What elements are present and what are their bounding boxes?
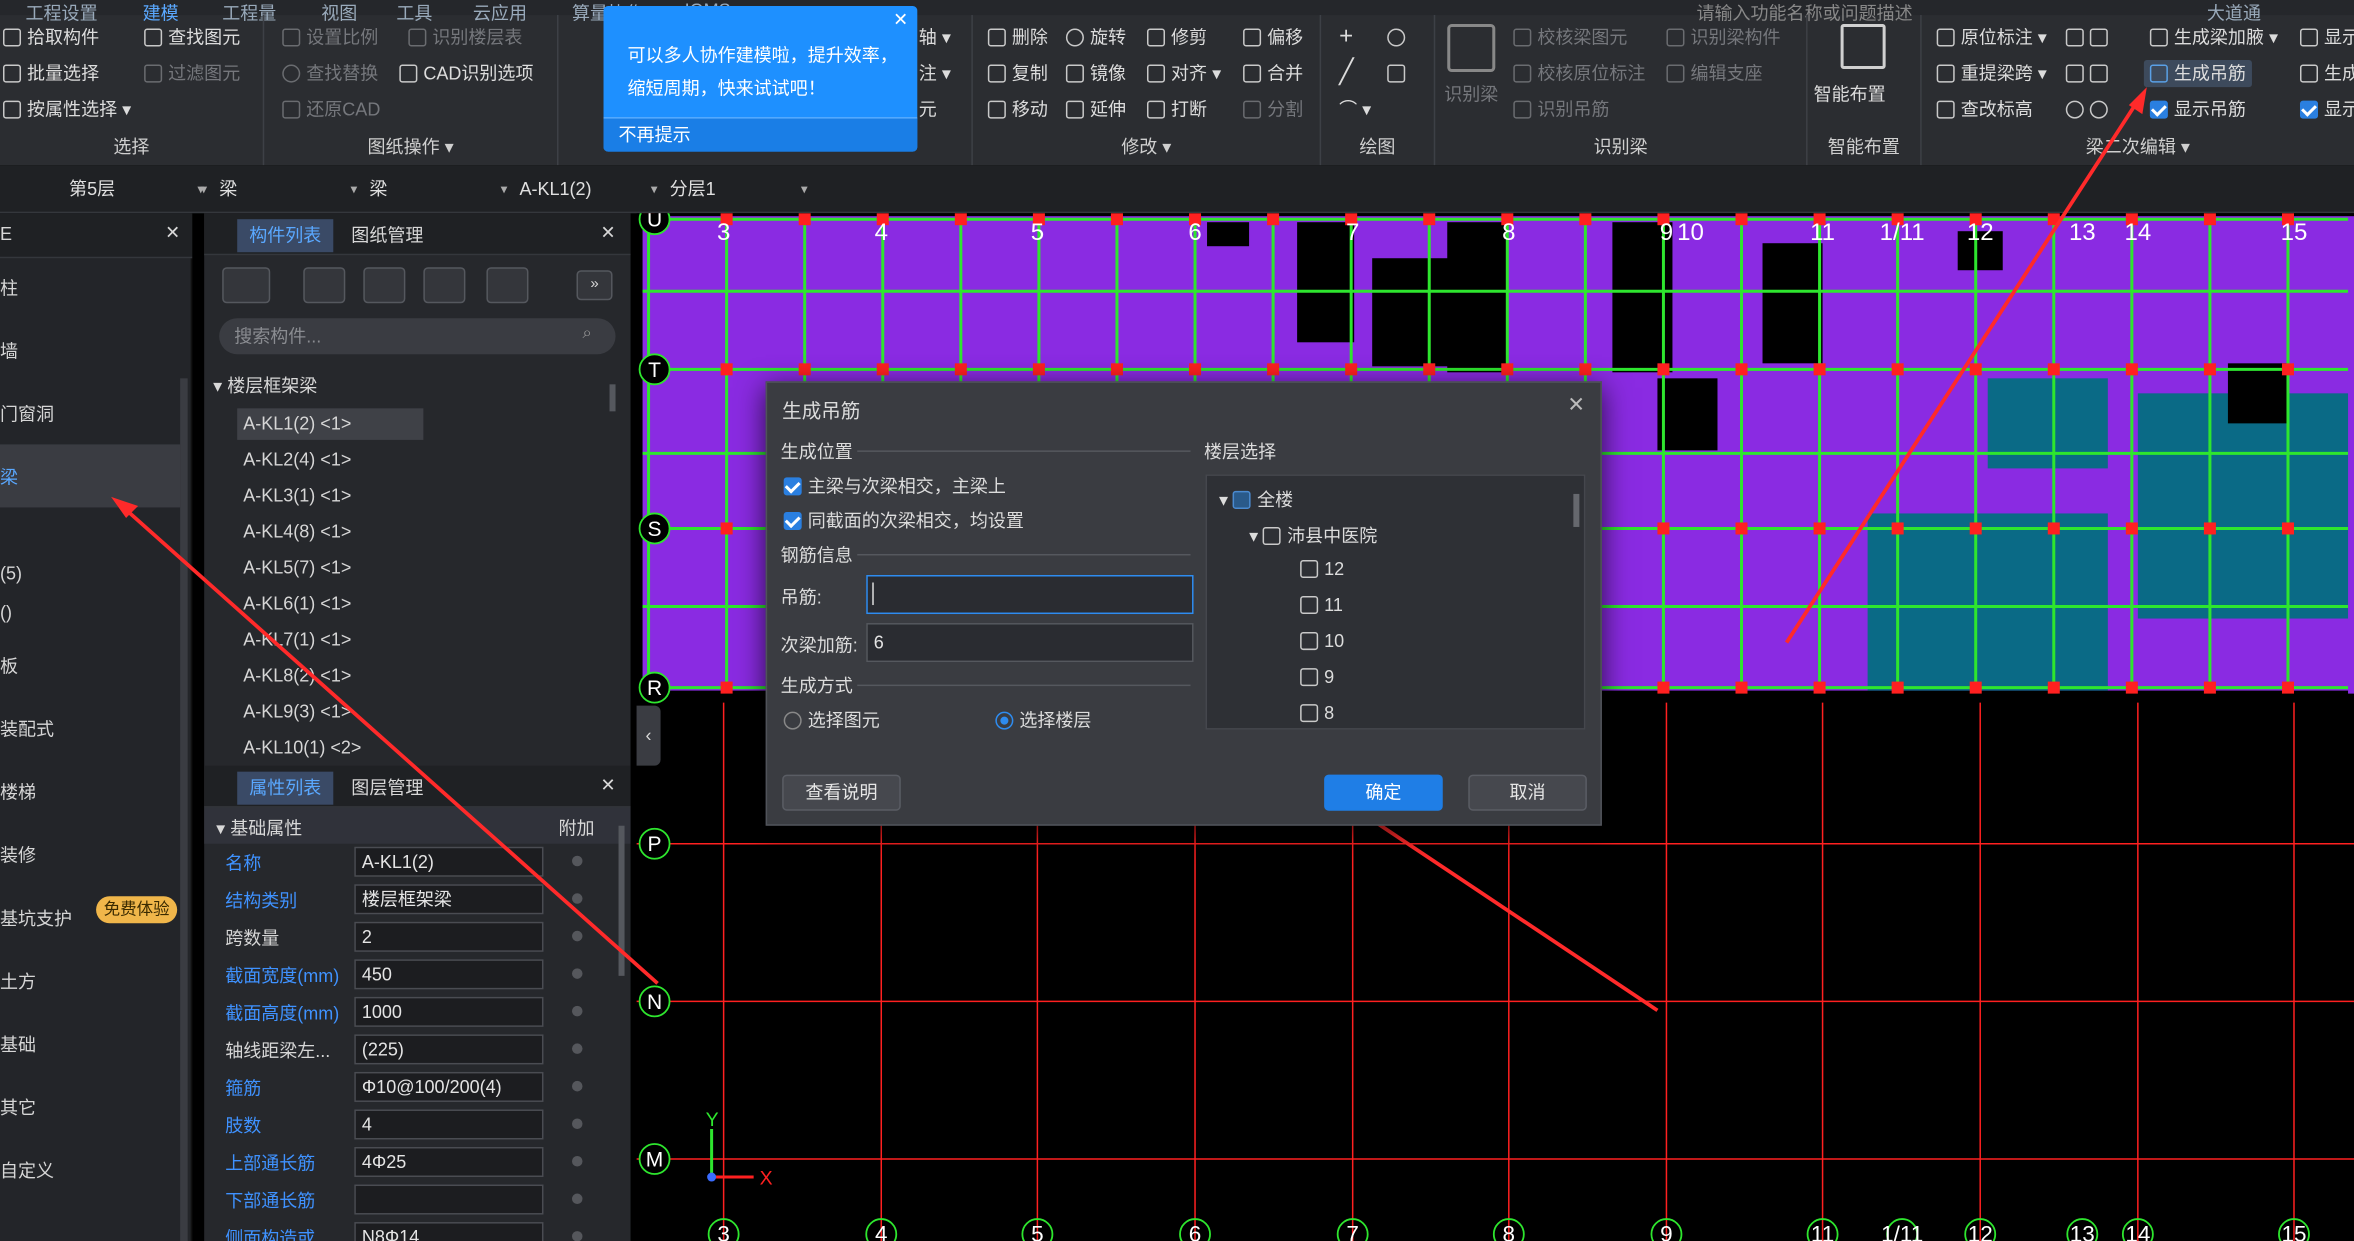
method-select-element-radio[interactable]: 选择图元	[783, 707, 880, 733]
opt-main-secondary-checkbox[interactable]: 主梁与次梁相交，主梁上	[783, 473, 1006, 499]
floor-section-label: 楼层选择	[1204, 441, 1277, 463]
floor-tree-scrollbar[interactable]	[1573, 493, 1580, 527]
floor-item[interactable]: 12	[1300, 558, 1344, 580]
generate-hanger-dialog: 生成吊筋 ✕ 生成位置 主梁与次梁相交，主梁上 同截面的次梁相交，均设置 钢筋信…	[765, 381, 1602, 826]
rebar-section-label: 钢筋信息	[780, 544, 853, 566]
floor-item[interactable]: 11	[1300, 595, 1343, 616]
ok-button[interactable]: 确定	[1324, 774, 1443, 811]
divider-3	[857, 684, 1191, 687]
floor-item[interactable]: 9	[1300, 667, 1334, 688]
method-section-label: 生成方式	[780, 675, 853, 697]
arrow-to-generate-hanger	[1784, 95, 2143, 644]
hanger-label: 吊筋:	[780, 587, 822, 609]
cancel-button[interactable]: 取消	[1468, 774, 1587, 811]
secondary-rebar-label: 次梁加筋:	[780, 635, 858, 657]
arrow-to-beam-nav	[118, 503, 659, 985]
floor-tree: ▾ 全楼 ▾ 沛县中医院 12 11 10 9 8	[1205, 474, 1586, 730]
floor-all-item[interactable]: ▾ 全楼	[1219, 486, 1293, 512]
floor-item[interactable]: 10	[1300, 631, 1344, 652]
floor-item[interactable]: 8	[1300, 703, 1334, 724]
divider-2	[857, 553, 1191, 556]
help-button[interactable]: 查看说明	[782, 774, 901, 811]
position-section-label: 生成位置	[780, 441, 853, 463]
text-caret	[872, 582, 874, 606]
dialog-close-icon[interactable]: ✕	[1567, 392, 1585, 418]
floor-building-item[interactable]: ▾ 沛县中医院	[1249, 522, 1377, 548]
divider-1	[857, 450, 1191, 452]
opt-same-section-checkbox[interactable]: 同截面的次梁相交，均设置	[783, 507, 1024, 533]
method-select-floor-radio[interactable]: 选择楼层	[995, 707, 1091, 733]
hanger-input[interactable]	[866, 574, 1194, 615]
dialog-title: 生成吊筋	[782, 399, 861, 422]
secondary-rebar-input[interactable]: 6	[866, 623, 1194, 663]
